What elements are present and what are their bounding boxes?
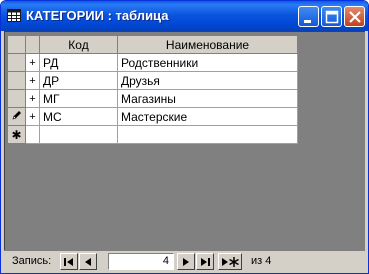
row-selector[interactable]	[7, 89, 26, 108]
cell-code[interactable]: ДР	[39, 71, 118, 90]
new-record-marker-icon[interactable]: ✱	[7, 125, 26, 144]
table-row[interactable]: + МГ Магазины	[7, 89, 298, 108]
expand-icon[interactable]: +	[25, 71, 40, 90]
title-bar[interactable]: КАТЕГОРИИ : таблица	[1, 1, 368, 31]
minimize-button[interactable]	[298, 6, 319, 27]
expand-column-header	[25, 35, 40, 54]
record-count-text: из 4	[251, 255, 271, 267]
cell-code[interactable]: РД	[39, 53, 118, 72]
cell-name[interactable]: Мастерские	[117, 107, 298, 126]
previous-record-button[interactable]	[79, 253, 97, 270]
maximize-button[interactable]	[321, 6, 342, 27]
column-header-name[interactable]: Наименование	[117, 35, 298, 54]
last-record-button[interactable]	[196, 253, 214, 270]
table-row[interactable]: + РД Родственники	[7, 53, 298, 72]
table-row[interactable]: + ДР Друзья	[7, 71, 298, 90]
cell-code[interactable]: МГ	[39, 89, 118, 108]
new-record-button[interactable]	[218, 253, 242, 270]
expand-icon[interactable]: +	[25, 89, 40, 108]
expand-icon[interactable]: +	[25, 53, 40, 72]
cell-name[interactable]: Магазины	[117, 89, 298, 108]
cell-code[interactable]: МС	[39, 107, 118, 126]
pencil-icon	[12, 111, 21, 120]
row-selector[interactable]	[7, 71, 26, 90]
datasheet-table: Код Наименование + РД Родственники + ДР …	[7, 35, 298, 144]
expand-icon[interactable]: +	[25, 107, 40, 126]
row-selector[interactable]	[7, 107, 26, 126]
new-cell-code[interactable]	[39, 125, 118, 144]
close-button[interactable]	[344, 6, 365, 27]
datasheet-area: Код Наименование + РД Родственники + ДР …	[4, 31, 365, 271]
row-selector[interactable]	[7, 53, 26, 72]
cell-name[interactable]: Родственники	[117, 53, 298, 72]
first-record-button[interactable]	[60, 253, 78, 270]
new-record-expand-cell	[25, 125, 40, 144]
table-window: КАТЕГОРИИ : таблица Код Наименование + Р…	[0, 0, 369, 274]
column-header-code[interactable]: Код	[39, 35, 118, 54]
current-record-field[interactable]: 4	[108, 253, 174, 270]
cell-name[interactable]: Друзья	[117, 71, 298, 90]
of-label: из	[251, 255, 263, 267]
total-records: 4	[265, 255, 272, 267]
record-label: Запись:	[12, 255, 52, 267]
window-title: КАТЕГОРИИ : таблица	[26, 8, 169, 23]
table-icon	[7, 9, 21, 22]
table-row[interactable]: + МС Мастерские	[7, 107, 298, 126]
header-row: Код Наименование	[7, 35, 298, 54]
select-all-corner[interactable]	[7, 35, 26, 54]
new-record-row[interactable]: ✱	[7, 125, 298, 144]
record-navigation-bar: Запись: 4 из 4	[4, 250, 365, 272]
next-record-button[interactable]	[177, 253, 195, 270]
new-cell-name[interactable]	[117, 125, 298, 144]
